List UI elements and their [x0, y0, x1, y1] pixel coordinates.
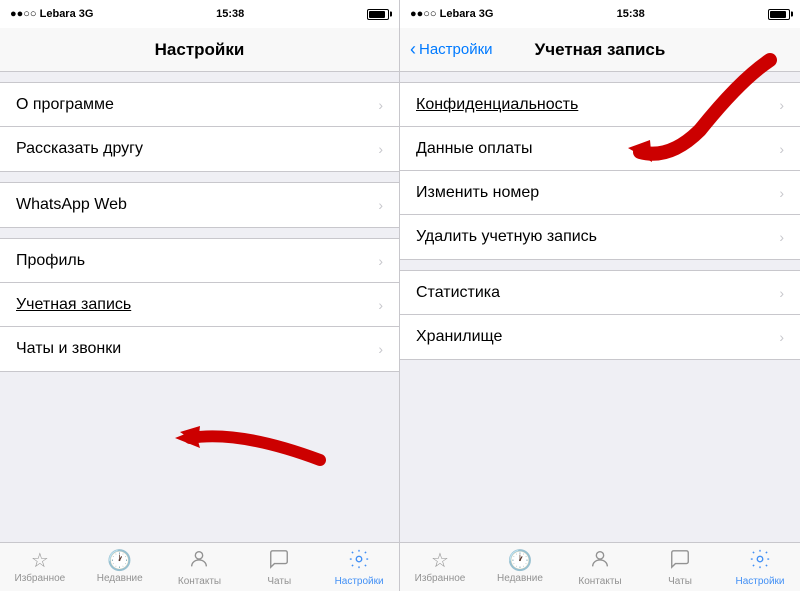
tab-settings-left[interactable]: Настройки	[319, 543, 399, 591]
tab-recent-left[interactable]: 🕐 Недавние	[80, 543, 160, 591]
chevron-icon: ›	[779, 141, 784, 157]
tab-bar-right: ☆ Избранное 🕐 Недавние Контакты	[400, 542, 800, 591]
settings-item-tell[interactable]: Рассказать другу ›	[0, 127, 399, 171]
chevron-left-icon: ‹	[410, 39, 416, 60]
time-left: 15:38	[216, 8, 244, 20]
settings-item-profile[interactable]: Профиль ›	[0, 239, 399, 283]
settings-group-account: Профиль › Учетная запись › Чаты и звонки…	[0, 238, 399, 372]
settings-item-payment[interactable]: Данные оплаты ›	[400, 127, 800, 171]
person-icon	[589, 548, 611, 574]
clock-icon: 🕐	[508, 551, 533, 571]
time-right: 15:38	[617, 8, 645, 20]
tab-chats-right[interactable]: Чаты	[640, 543, 720, 591]
nav-bar-left: Настройки	[0, 28, 399, 72]
chevron-icon: ›	[779, 97, 784, 113]
tab-recent-right[interactable]: 🕐 Недавние	[480, 543, 560, 591]
clock-icon: 🕐	[107, 551, 132, 571]
back-label: Настройки	[419, 41, 493, 58]
chevron-icon: ›	[378, 253, 383, 269]
tab-favorites-right[interactable]: ☆ Избранное	[400, 543, 480, 591]
star-icon: ☆	[431, 551, 449, 571]
settings-item-change-number[interactable]: Изменить номер ›	[400, 171, 800, 215]
star-icon: ☆	[31, 551, 49, 571]
settings-group-top: О программе › Рассказать другу ›	[0, 82, 399, 172]
chevron-icon: ›	[378, 297, 383, 313]
chevron-icon: ›	[779, 329, 784, 345]
settings-group-privacy: Конфиденциальность › Данные оплаты › Изм…	[400, 82, 800, 260]
chevron-icon: ›	[378, 141, 383, 157]
status-bar-right: ●●○○ Lebara 3G 15:38	[400, 0, 800, 28]
tab-contacts-left[interactable]: Контакты	[160, 543, 240, 591]
battery-left	[367, 9, 389, 20]
chat-icon	[268, 548, 290, 574]
settings-group-whatsapp: WhatsApp Web ›	[0, 182, 399, 228]
nav-title-right: Учетная запись	[535, 40, 666, 60]
right-panel: ●●○○ Lebara 3G 15:38 ‹ Настройки Учетная…	[400, 0, 800, 591]
settings-list-right: Конфиденциальность › Данные оплаты › Изм…	[400, 72, 800, 542]
settings-item-whatsapp-web[interactable]: WhatsApp Web ›	[0, 183, 399, 227]
tab-settings-right[interactable]: Настройки	[720, 543, 800, 591]
chevron-icon: ›	[378, 341, 383, 357]
nav-bar-right: ‹ Настройки Учетная запись	[400, 28, 800, 72]
settings-list-left: О программе › Рассказать другу › WhatsAp…	[0, 72, 399, 542]
battery-right	[768, 9, 790, 20]
gear-icon	[749, 548, 771, 574]
settings-item-storage[interactable]: Хранилище ›	[400, 315, 800, 359]
signal-right: ●●○○ Lebara 3G	[410, 8, 493, 20]
person-icon	[188, 548, 210, 574]
settings-item-account[interactable]: Учетная запись ›	[0, 283, 399, 327]
chevron-icon: ›	[779, 185, 784, 201]
settings-item-privacy[interactable]: Конфиденциальность ›	[400, 83, 800, 127]
signal-left: ●●○○ Lebara 3G	[10, 8, 93, 20]
chevron-icon: ›	[378, 197, 383, 213]
settings-item-stats[interactable]: Статистика ›	[400, 271, 800, 315]
chevron-icon: ›	[378, 97, 383, 113]
status-bar-left: ●●○○ Lebara 3G 15:38	[0, 0, 399, 28]
settings-item-chats[interactable]: Чаты и звонки ›	[0, 327, 399, 371]
tab-chats-left[interactable]: Чаты	[239, 543, 319, 591]
chevron-icon: ›	[779, 229, 784, 245]
left-panel: ●●○○ Lebara 3G 15:38 Настройки О програм…	[0, 0, 400, 591]
tab-favorites-left[interactable]: ☆ Избранное	[0, 543, 80, 591]
chevron-icon: ›	[779, 285, 784, 301]
tab-contacts-right[interactable]: Контакты	[560, 543, 640, 591]
chat-icon	[669, 548, 691, 574]
settings-item-delete-account[interactable]: Удалить учетную запись ›	[400, 215, 800, 259]
nav-title-left: Настройки	[155, 40, 245, 60]
settings-group-storage: Статистика › Хранилище ›	[400, 270, 800, 360]
settings-item-about[interactable]: О программе ›	[0, 83, 399, 127]
back-button[interactable]: ‹ Настройки	[410, 39, 493, 60]
gear-icon	[348, 548, 370, 574]
tab-bar-left: ☆ Избранное 🕐 Недавние Контакты	[0, 542, 399, 591]
